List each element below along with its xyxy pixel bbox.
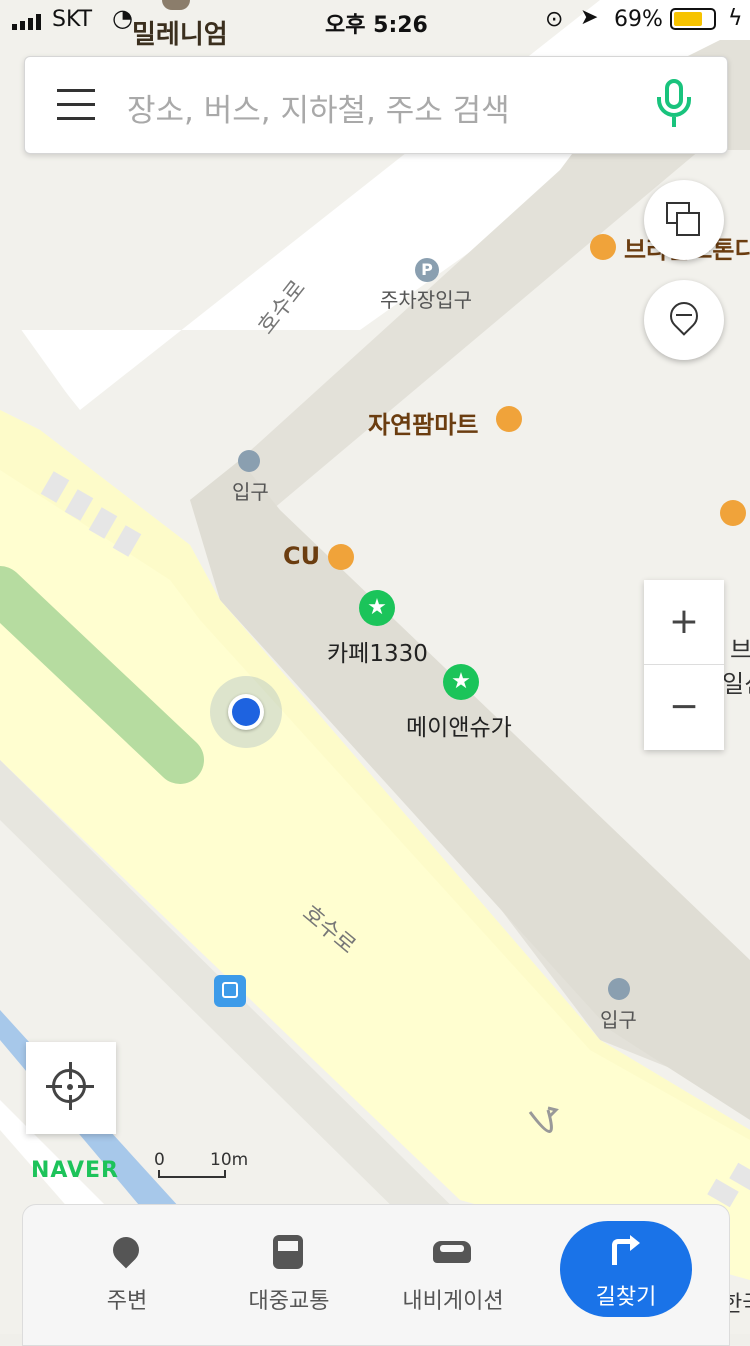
car-icon (433, 1241, 471, 1263)
microphone-icon[interactable] (655, 79, 695, 131)
tab-transit[interactable]: 대중교통 (209, 1205, 369, 1335)
current-location-dot (228, 694, 264, 730)
tab-nearby[interactable]: 주변 (47, 1205, 207, 1335)
scale-distance: 10m (210, 1150, 249, 1170)
entrance-label: 입구 (232, 480, 269, 504)
poi-label[interactable]: 자연팜마트 (368, 405, 478, 440)
bus-icon (273, 1235, 303, 1269)
entrance-label: 입구 (600, 1008, 637, 1032)
bottom-nav: 주변 대중교통 내비게이션 길찾기 (22, 1204, 730, 1346)
search-bar[interactable]: 장소, 버스, 지하철, 주소 검색 (24, 56, 728, 154)
zoom-in-button[interactable]: + (644, 580, 724, 664)
poi-label: 브 (730, 636, 750, 664)
battery-percent: 69% (614, 7, 663, 32)
clock: 오후 5:26 (325, 13, 428, 38)
menu-icon[interactable] (57, 87, 95, 123)
mart-icon[interactable] (496, 406, 522, 432)
star-favorite-icon[interactable]: ★ (359, 590, 395, 626)
location-arrow-icon: ➤ (580, 5, 599, 30)
orientation-lock-icon: ⊙ (545, 7, 564, 32)
scale-bar (158, 1170, 226, 1178)
tab-navigation[interactable]: 내비게이션 (373, 1205, 533, 1335)
naver-logo: NAVER (31, 1158, 119, 1183)
poi-label: 일신 (722, 670, 750, 698)
directions-label: 길찾기 (595, 1285, 657, 1310)
carrier-label: SKT (52, 7, 93, 32)
zoom-control[interactable]: + − (644, 580, 724, 750)
entrance-icon (238, 450, 260, 472)
search-input[interactable]: 장소, 버스, 지하철, 주소 검색 (127, 85, 510, 130)
scale-zero: 0 (154, 1150, 165, 1170)
nearby-pin-icon (107, 1231, 145, 1269)
layers-button[interactable] (644, 180, 724, 260)
battery-icon (670, 8, 716, 30)
zoom-out-button[interactable]: − (644, 665, 724, 749)
save-place-button[interactable] (644, 280, 724, 360)
my-location-button[interactable] (26, 1042, 116, 1134)
star-favorite-icon[interactable]: ★ (443, 664, 479, 700)
charging-icon: ϟ (728, 6, 743, 31)
store-icon[interactable] (720, 500, 746, 526)
tab-label: 주변 (106, 1289, 148, 1314)
favorite-label[interactable]: 카페1330 (327, 634, 428, 668)
parking-label[interactable]: 주차장입구 (380, 284, 472, 313)
location-pin-icon (664, 296, 704, 336)
tab-label: 내비게이션 (402, 1289, 504, 1314)
bakery-icon[interactable] (590, 234, 616, 260)
wifi-icon: ◔ (112, 4, 133, 32)
bus-stop-icon[interactable] (214, 975, 246, 1007)
turn-right-arrow-icon (612, 1239, 632, 1265)
convenience-store-icon[interactable] (328, 544, 354, 570)
favorite-label[interactable]: 메이앤슈가 (406, 708, 512, 742)
poi-label[interactable]: CU (283, 542, 320, 570)
status-bar: SKT ◔ 오후 5:26 ⊙ ➤ 69% ϟ (0, 0, 750, 40)
tab-label: 대중교통 (248, 1289, 330, 1314)
entrance-icon (608, 978, 630, 1000)
parking-icon[interactable]: P (415, 258, 439, 282)
directions-button[interactable]: 길찾기 (560, 1221, 692, 1317)
